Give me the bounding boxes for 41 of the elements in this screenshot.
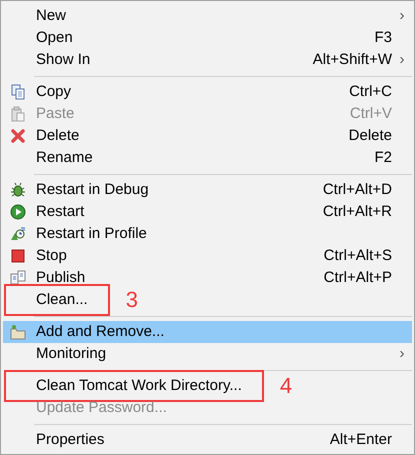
profile-icon (10, 226, 26, 242)
menu-item[interactable]: Delete (36, 124, 80, 148)
menu-item[interactable]: Open (36, 26, 73, 50)
menu-item[interactable]: Copy (36, 80, 72, 104)
documents-icon (10, 270, 26, 286)
stop-icon (10, 248, 26, 264)
copy-icon (10, 84, 26, 100)
menu-item[interactable]: Restart in Debug (36, 178, 149, 202)
menu-item[interactable]: Publish (36, 266, 86, 290)
menu-item[interactable]: New (36, 4, 66, 28)
submenu-arrow: › (398, 50, 406, 70)
shortcut-label: Alt+Enter (330, 430, 392, 450)
shortcut-label: Ctrl+Alt+R (322, 202, 392, 222)
menu-item[interactable]: Clean Tomcat Work Directory... (36, 374, 242, 398)
shortcut-label: Ctrl+C (349, 82, 392, 102)
step-number: 4 (280, 375, 292, 397)
shortcut-label: F3 (374, 28, 392, 48)
delete-icon (10, 128, 26, 144)
step-number: 3 (126, 289, 138, 311)
shortcut-label: Ctrl+V (350, 104, 392, 124)
bug-icon (10, 182, 26, 198)
menu-item[interactable]: Add and Remove... (3, 321, 412, 343)
folder-icon (10, 324, 26, 340)
submenu-arrow: › (398, 6, 406, 26)
shortcut-label: Alt+Shift+W (312, 50, 392, 70)
shortcut-label: Ctrl+Alt+D (322, 180, 392, 200)
menu-item[interactable]: Monitoring (36, 342, 106, 366)
menu-item[interactable]: Clean... (36, 288, 88, 312)
menu-item[interactable]: Properties (36, 428, 104, 452)
shortcut-label: Delete (348, 126, 392, 146)
shortcut-label: Ctrl+Alt+S (324, 246, 392, 266)
shortcut-label: Ctrl+Alt+P (324, 268, 392, 288)
menu-item[interactable]: Restart (36, 200, 84, 224)
menu-item[interactable]: Rename (36, 146, 93, 170)
menu-item[interactable]: Show In (36, 48, 90, 72)
play-icon (10, 204, 26, 220)
menu-item[interactable]: Stop (36, 244, 67, 268)
shortcut-label: F2 (374, 148, 392, 168)
submenu-arrow: › (398, 344, 406, 364)
menu-item[interactable]: Restart in Profile (36, 222, 147, 246)
clipboard-icon (10, 106, 26, 122)
